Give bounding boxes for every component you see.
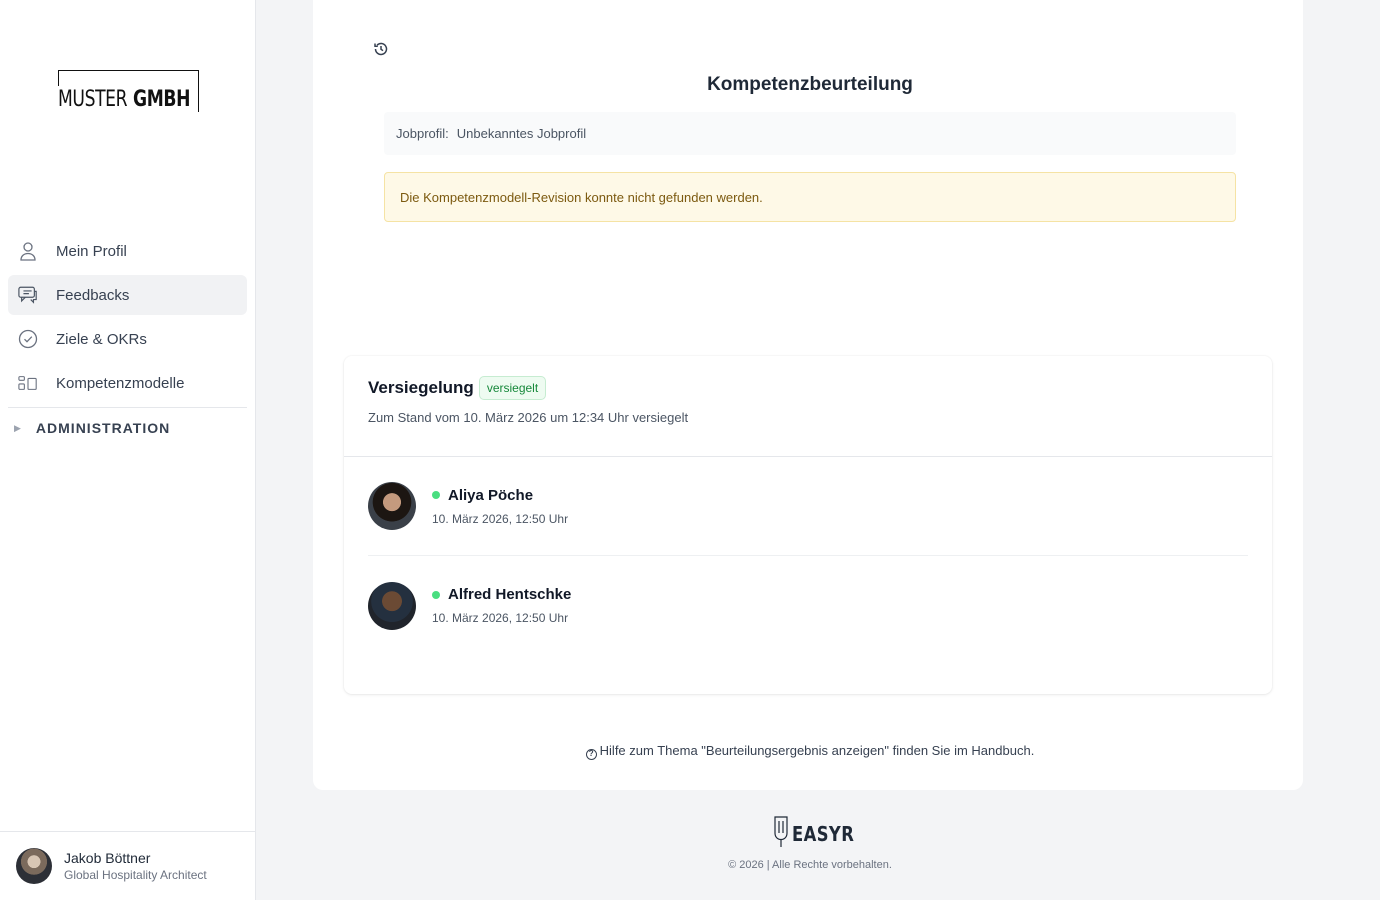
status-badge: versiegelt (478, 376, 547, 400)
pin-icon (772, 815, 790, 854)
nav-item-label: Mein Profil (56, 242, 127, 260)
online-status-dot (432, 590, 440, 599)
page-title: Kompetenzbeurteilung (707, 74, 913, 95)
alert-text: Die Kompetenzmodell-Revision konnte nich… (400, 189, 763, 205)
help-text: ? Hilfe zum Thema "Beurteilungsergebnis a… (313, 743, 1307, 760)
seal-header: Versiegelung versiegelt Zum Stand vom 10… (344, 356, 1272, 457)
user-role: Global Hospitality Architect (64, 867, 207, 882)
logo-text-bold: GMBH (132, 87, 190, 112)
footer-logo-text: EASYR (792, 822, 855, 846)
user-icon (18, 241, 38, 261)
nav-item-label: Ziele & OKRs (56, 330, 147, 348)
signer-name: Aliya Pöche (448, 486, 534, 504)
online-status-dot (432, 491, 440, 499)
nav-item-ziele-okrs[interactable]: Ziele & OKRs (8, 319, 247, 359)
main-nav: Mein Profil Feedbacks Ziele & OKRs Kompe… (8, 231, 247, 448)
company-logo[interactable]: MUSTER GMBH (58, 70, 199, 112)
main-card: Kompetenzbeurteilung Jobprofil: Unbekann… (313, 0, 1303, 790)
seal-panel: Versiegelung versiegelt Zum Stand vom 10… (344, 356, 1272, 694)
nav-item-mein-profil[interactable]: Mein Profil (8, 231, 247, 271)
warning-alert: Die Kompetenzmodell-Revision konnte nich… (384, 172, 1236, 222)
nav-item-kompetenzmodelle[interactable]: Kompetenzmodelle (8, 363, 247, 403)
chat-icon (18, 285, 38, 305)
avatar (16, 848, 52, 884)
jobprofil-label: Jobprofil: (396, 126, 449, 141)
signer-name: Alfred Hentschke (448, 586, 572, 603)
easyr-logo[interactable]: EASYR (772, 815, 868, 854)
signer-date: 10. März 2026, 12:50 Uhr (432, 611, 569, 625)
logo-text-light: MUSTER (58, 87, 128, 112)
signer-date: 10. März 2026, 12:50 Uhr (432, 511, 569, 526)
list-item: Alfred Hentschke 10. März 2026, 12:50 Uh… (368, 556, 1248, 655)
nav-item-label: Feedbacks (56, 286, 130, 304)
sidebar: MUSTER GMBH Mein Profil Feedbacks Ziele &… (0, 0, 256, 900)
admin-label: ADMINISTRATION (35, 420, 171, 436)
user-name: Jakob Böttner (64, 849, 151, 866)
signer-list: Aliya Pöche 10. März 2026, 12:50 Uhr Alf… (344, 457, 1272, 655)
list-item: Aliya Pöche 10. März 2026, 12:50 Uhr (368, 457, 1248, 556)
avatar (368, 482, 416, 530)
copyright: © 2026 | Alle Rechte vorbehalten. (728, 859, 892, 871)
seal-subtitle: Zum Stand vom 10. März 2026 um 12:34 Uhr… (368, 410, 689, 425)
jobprofil-row: Jobprofil: Unbekanntes Jobprofil (384, 112, 1236, 155)
help-suffix: . (1030, 743, 1035, 758)
handbook-link[interactable]: Handbuch (971, 743, 1030, 758)
models-icon (18, 373, 38, 393)
check-circle-icon (18, 329, 38, 349)
question-icon: ? (585, 749, 597, 760)
jobprofil-value: Unbekanntes Jobprofil (456, 126, 587, 141)
history-icon[interactable] (373, 41, 389, 57)
seal-title: Versiegelung (368, 378, 474, 397)
help-prefix: Hilfe zum Thema "Beurteilungsergebnis an… (599, 743, 968, 758)
nav-admin-toggle[interactable]: ▶ ADMINISTRATION (8, 408, 247, 448)
avatar (368, 581, 416, 630)
nav-item-feedbacks[interactable]: Feedbacks (8, 275, 247, 315)
user-profile[interactable]: Jakob Böttner Global Hospitality Archite… (0, 831, 255, 900)
nav-item-label: Kompetenzmodelle (56, 374, 185, 392)
triangle-right-icon: ▶ (14, 422, 22, 433)
